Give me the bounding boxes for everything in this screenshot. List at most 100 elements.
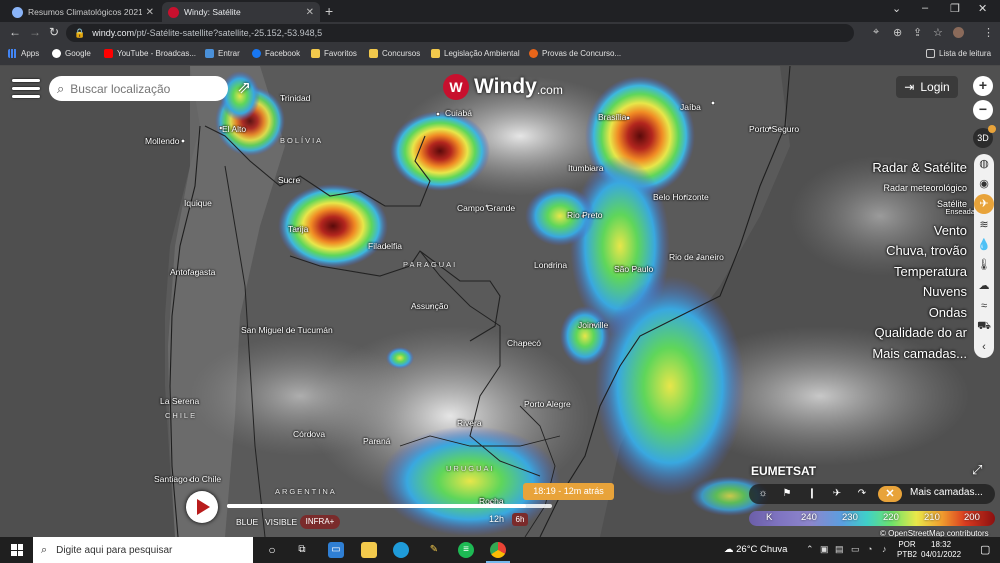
windows-start-icon[interactable] <box>11 544 23 556</box>
timeline-mark-6h[interactable]: 6h <box>512 513 528 526</box>
hamburger-menu-icon[interactable] <box>12 79 40 99</box>
city-label[interactable]: Cuiabá <box>445 108 472 118</box>
system-clock[interactable]: 18:32 04/01/2022 <box>921 540 961 560</box>
thermometer-icon[interactable]: ❙ <box>804 486 820 502</box>
layer-qualidade-ar[interactable]: Qualidade do ar <box>872 323 967 344</box>
city-label[interactable]: El Alto <box>222 124 246 134</box>
close-window-button[interactable]: ✕ <box>978 2 987 15</box>
network-icon[interactable]: ◔ <box>867 544 872 554</box>
new-tab-button[interactable]: + <box>325 3 333 19</box>
more-layers-button[interactable]: Mais camadas... <box>910 487 983 498</box>
city-label[interactable]: La Serena <box>160 396 199 406</box>
bookmark-facebook[interactable]: Facebook <box>252 49 300 58</box>
timeline-time-label[interactable]: 18:19 - 12m atrás <box>523 483 614 500</box>
city-label[interactable]: Assunção <box>411 301 448 311</box>
volume-icon[interactable]: ♪ <box>882 544 887 554</box>
pencil-app-icon[interactable]: ✎ <box>426 542 442 558</box>
layer-radar-satelite[interactable]: Radar & Satélite <box>872 158 967 179</box>
city-label[interactable]: Jaíba <box>680 102 701 112</box>
lock-icon[interactable]: 🔒 <box>74 28 85 39</box>
location-search[interactable]: ⌕ <box>49 76 228 101</box>
city-label[interactable]: Mollendo <box>145 136 180 146</box>
layer-ondas[interactable]: Ondas <box>872 303 967 324</box>
map-attribution[interactable]: © OpenStreetMap contributors <box>880 529 989 537</box>
layer-chuva-trovao[interactable]: Chuva, trovão <box>872 241 967 262</box>
satellite-map[interactable]: Trinidad El Alto Mollendo Cuiabá Brasíli… <box>0 66 1000 537</box>
close-tab-icon[interactable]: ✕ <box>306 7 314 18</box>
layer-radar-meteorologico[interactable]: Radar meteorológico <box>872 179 967 198</box>
city-label[interactable]: Rio de Janeiro <box>669 252 724 262</box>
city-label[interactable]: Filadelfia <box>368 241 402 251</box>
tab-resumos[interactable]: Resumos Climatológicos 2021 - I ✕ <box>6 2 160 22</box>
layer-temperatura[interactable]: Temperatura <box>872 262 967 283</box>
close-tab-icon[interactable]: ✕ <box>146 7 154 18</box>
temperature-legend[interactable]: K 240 230 220 210 200 <box>749 511 995 526</box>
band-blue[interactable]: BLUE <box>236 517 258 527</box>
band-infra[interactable]: INFRA+ <box>300 515 340 529</box>
cortana-icon[interactable]: ○ <box>264 542 280 558</box>
city-label[interactable]: Joinville <box>578 320 608 330</box>
city-label[interactable]: Paraná <box>363 436 390 446</box>
minimize-button[interactable]: – <box>922 2 928 14</box>
waves-icon[interactable]: ≈ <box>974 296 994 316</box>
spotify-icon[interactable]: ≡ <box>458 542 474 558</box>
edge-browser-icon[interactable] <box>393 542 409 558</box>
city-label[interactable]: Rio Preto <box>567 210 602 220</box>
thermometer-icon[interactable]: 🌡 <box>974 255 994 275</box>
address-bar[interactable]: 🔒 windy.com /pt/-Satélite-satellite?sate… <box>66 24 854 42</box>
layer-nuvens[interactable]: Nuvens <box>872 282 967 303</box>
globe-icon[interactable]: ◍ <box>974 154 994 174</box>
air-quality-icon[interactable]: ⛟ <box>974 316 994 336</box>
fullscreen-icon[interactable]: ⤢ <box>972 462 982 478</box>
city-label[interactable]: Chapecó <box>507 338 541 348</box>
bookmark-legislacao[interactable]: Legislação Ambiental <box>431 49 520 58</box>
reload-button[interactable]: ↻ <box>49 25 59 39</box>
task-view-icon[interactable]: ⧉ <box>294 542 310 558</box>
zoom-in-button[interactable]: + <box>973 76 993 96</box>
city-label[interactable]: Santiago do Chile <box>154 474 221 484</box>
windy-logo[interactable]: W Windy .com <box>443 74 563 100</box>
taskbar-search[interactable]: ⌕ Digite aqui para pesquisar <box>33 537 253 563</box>
city-label[interactable]: Trinidad <box>280 93 310 103</box>
chrome-icon[interactable] <box>486 542 510 563</box>
airport-icon[interactable]: ✈ <box>829 486 845 502</box>
3d-toggle-button[interactable]: 3D <box>973 125 996 148</box>
city-label[interactable]: São Paulo <box>614 264 653 274</box>
back-button[interactable]: ← <box>9 25 21 39</box>
layer-vento[interactable]: Vento <box>872 221 967 242</box>
city-label[interactable]: Itumbiara <box>568 163 603 173</box>
zoom-icon[interactable]: ⊕ <box>893 26 902 39</box>
profile-avatar-icon[interactable] <box>953 27 964 38</box>
radar-icon[interactable]: ◉ <box>974 174 994 194</box>
maximize-button[interactable]: ❐ <box>950 2 960 15</box>
file-explorer-icon[interactable] <box>361 542 377 558</box>
city-label[interactable]: Iquique <box>184 198 212 208</box>
bookmark-star-icon[interactable]: ☆ <box>933 26 943 39</box>
bookmark-youtube[interactable]: YouTube - Broadcas... <box>104 49 196 58</box>
city-label[interactable]: Belo Horizonte <box>653 192 709 202</box>
reading-list[interactable]: Lista de leitura <box>926 49 991 58</box>
rain-icon[interactable]: 💧 <box>974 235 994 255</box>
wind-icon[interactable]: ≋ <box>974 215 994 235</box>
share-icon[interactable]: ⇗ <box>237 78 251 98</box>
cloud-icon[interactable]: ☁ <box>974 276 994 296</box>
satellite-icon[interactable]: ✈ <box>974 194 994 214</box>
weather-sun-icon[interactable]: ☼ <box>755 486 771 502</box>
city-label[interactable]: Sucre <box>278 175 300 185</box>
play-button[interactable] <box>186 491 218 523</box>
band-visible[interactable]: VISIBLE <box>265 517 297 527</box>
mail-app-icon[interactable]: ▭ <box>328 542 344 558</box>
menu-kebab-icon[interactable]: ⋮ <box>983 26 994 39</box>
wave-icon[interactable]: ↷ <box>854 486 870 502</box>
tray-app-icon[interactable]: ▤ <box>835 544 844 555</box>
share-icon[interactable]: ⇪ <box>913 26 922 39</box>
timeline-mark-12h[interactable]: 12h <box>489 514 504 524</box>
layer-mais-camadas[interactable]: Mais camadas... <box>872 344 967 365</box>
notification-icon[interactable]: ▢ <box>980 543 990 556</box>
bookmark-favoritos[interactable]: Favoritos <box>311 49 357 58</box>
city-label[interactable]: Porto Seguro <box>749 124 799 134</box>
location-icon[interactable]: ⌖ <box>873 26 879 39</box>
bookmark-entrar[interactable]: Entrar <box>205 49 240 58</box>
tray-app-icon[interactable]: ▣ <box>820 544 829 555</box>
tab-search-icon[interactable]: ⌄ <box>892 2 901 15</box>
